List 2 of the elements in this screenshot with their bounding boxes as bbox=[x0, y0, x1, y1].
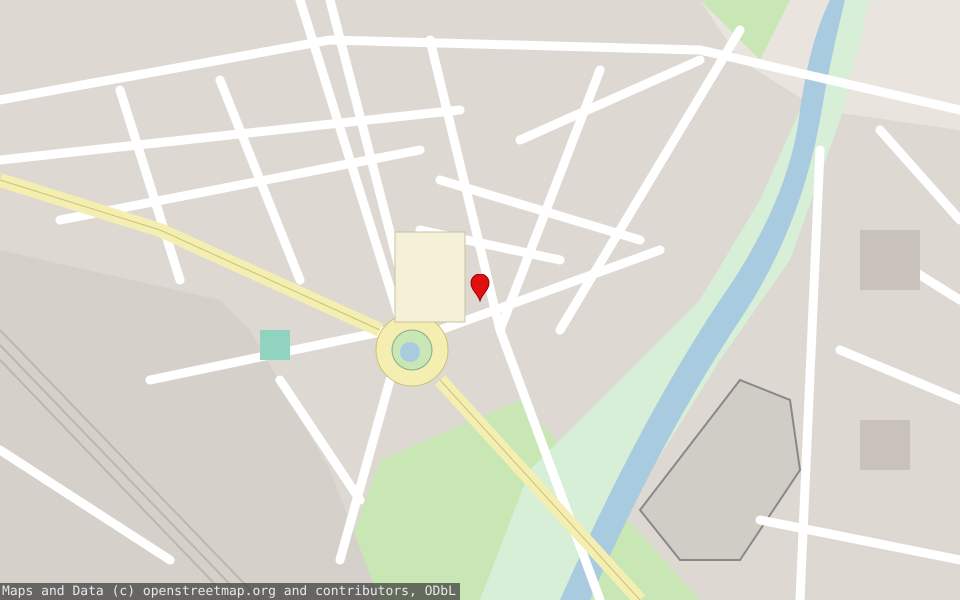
location-pin-icon[interactable] bbox=[470, 274, 490, 302]
map-attribution: Maps and Data (c) openstreetmap.org and contributors, ODbL bbox=[0, 583, 460, 600]
